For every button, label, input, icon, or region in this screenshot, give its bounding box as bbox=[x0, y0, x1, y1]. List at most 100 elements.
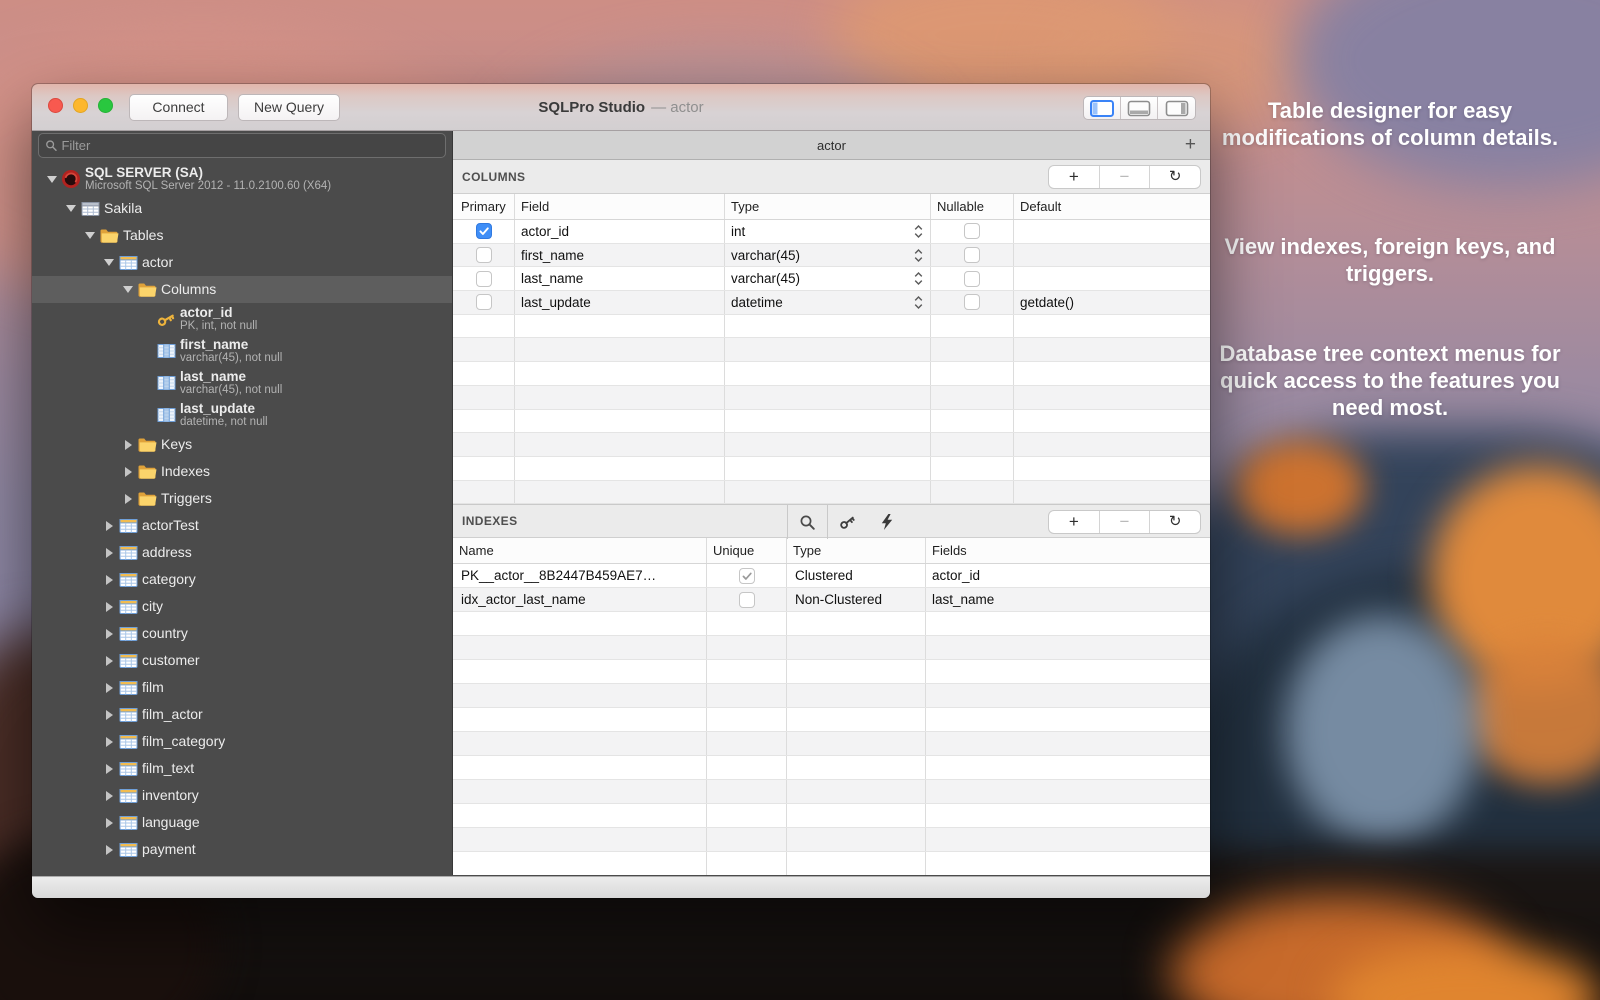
empty-column-row[interactable] bbox=[453, 481, 1210, 505]
empty-index-row[interactable] bbox=[453, 660, 1210, 684]
tree-item-server[interactable]: SQL SERVER (SA)Microsoft SQL Server 2012… bbox=[32, 163, 452, 195]
empty-index-row[interactable] bbox=[453, 636, 1210, 660]
empty-index-row[interactable] bbox=[453, 612, 1210, 636]
empty-column-row[interactable] bbox=[453, 315, 1210, 339]
remove-column-button[interactable]: − bbox=[1100, 166, 1151, 188]
tab-actor[interactable]: actor bbox=[817, 138, 846, 153]
disclosure-triangle[interactable] bbox=[101, 575, 117, 585]
tree-item-triggers[interactable]: Triggers bbox=[32, 485, 452, 512]
tree-item-first-name[interactable]: first_namevarchar(45), not null bbox=[32, 335, 452, 367]
tree-item-tables[interactable]: Tables bbox=[32, 222, 452, 249]
primary-checkbox[interactable] bbox=[476, 247, 492, 263]
add-tab-button[interactable]: + bbox=[1179, 131, 1202, 160]
zoom-button[interactable] bbox=[98, 98, 113, 113]
disclosure-triangle[interactable] bbox=[101, 602, 117, 612]
unique-checkbox[interactable] bbox=[739, 568, 755, 584]
disclosure-triangle[interactable] bbox=[101, 656, 117, 666]
tree-item-payment[interactable]: payment bbox=[32, 836, 452, 863]
disclosure-triangle[interactable] bbox=[120, 286, 136, 293]
tree-item-film-category[interactable]: film_category bbox=[32, 728, 452, 755]
column-row-actor_id[interactable]: actor_idint bbox=[453, 220, 1210, 244]
tree-item-customer[interactable]: customer bbox=[32, 647, 452, 674]
tree-item-last-update[interactable]: last_updatedatetime, not null bbox=[32, 399, 452, 431]
tree-item-film[interactable]: film bbox=[32, 674, 452, 701]
layout-right-panel-button[interactable] bbox=[1158, 97, 1195, 119]
empty-index-row[interactable] bbox=[453, 852, 1210, 875]
disclosure-triangle[interactable] bbox=[101, 845, 117, 855]
disclosure-triangle[interactable] bbox=[101, 629, 117, 639]
empty-column-row[interactable] bbox=[453, 457, 1210, 481]
tree-filter-field[interactable] bbox=[38, 133, 446, 158]
empty-index-row[interactable] bbox=[453, 708, 1210, 732]
tree-item-country[interactable]: country bbox=[32, 620, 452, 647]
empty-index-row[interactable] bbox=[453, 804, 1210, 828]
empty-column-row[interactable] bbox=[453, 362, 1210, 386]
remove-index-button[interactable]: − bbox=[1100, 511, 1151, 533]
tree-item-indexes[interactable]: Indexes bbox=[32, 458, 452, 485]
disclosure-triangle[interactable] bbox=[101, 521, 117, 531]
tree-item-actor-id[interactable]: actor_idPK, int, not null bbox=[32, 303, 452, 335]
nullable-checkbox[interactable] bbox=[964, 271, 980, 287]
disclosure-triangle[interactable] bbox=[101, 259, 117, 266]
disclosure-triangle[interactable] bbox=[101, 791, 117, 801]
new-query-button[interactable]: New Query bbox=[238, 94, 340, 121]
filter-input[interactable] bbox=[61, 138, 439, 153]
tree-item-film-actor[interactable]: film_actor bbox=[32, 701, 452, 728]
tree-item-inventory[interactable]: inventory bbox=[32, 782, 452, 809]
connect-button[interactable]: Connect bbox=[129, 94, 228, 121]
disclosure-triangle[interactable] bbox=[101, 737, 117, 747]
nullable-checkbox[interactable] bbox=[964, 223, 980, 239]
tree-item-city[interactable]: city bbox=[32, 593, 452, 620]
index-row-2[interactable]: idx_actor_last_nameNon-Clusteredlast_nam… bbox=[453, 588, 1210, 612]
disclosure-triangle[interactable] bbox=[63, 205, 79, 212]
empty-index-row[interactable] bbox=[453, 756, 1210, 780]
index-keys-button[interactable] bbox=[828, 505, 867, 539]
add-column-button[interactable]: + bbox=[1049, 166, 1100, 188]
disclosure-triangle[interactable] bbox=[101, 683, 117, 693]
index-triggers-button[interactable] bbox=[867, 505, 906, 539]
empty-column-row[interactable] bbox=[453, 338, 1210, 362]
primary-checkbox[interactable] bbox=[476, 223, 492, 239]
empty-index-row[interactable] bbox=[453, 828, 1210, 852]
empty-index-row[interactable] bbox=[453, 780, 1210, 804]
tree-item-language[interactable]: language bbox=[32, 809, 452, 836]
minimize-button[interactable] bbox=[73, 98, 88, 113]
unique-checkbox[interactable] bbox=[739, 592, 755, 608]
primary-checkbox[interactable] bbox=[476, 294, 492, 310]
disclosure-triangle[interactable] bbox=[120, 467, 136, 477]
close-button[interactable] bbox=[48, 98, 63, 113]
tree-item-actortest[interactable]: actorTest bbox=[32, 512, 452, 539]
empty-column-row[interactable] bbox=[453, 433, 1210, 457]
layout-left-panel-button[interactable] bbox=[1084, 97, 1121, 119]
tree-item-address[interactable]: address bbox=[32, 539, 452, 566]
empty-index-row[interactable] bbox=[453, 732, 1210, 756]
layout-bottom-panel-button[interactable] bbox=[1121, 97, 1158, 119]
tree-item-columns[interactable]: Columns bbox=[32, 276, 452, 303]
column-row-first_name[interactable]: first_namevarchar(45) bbox=[453, 244, 1210, 268]
tree-item-film-text[interactable]: film_text bbox=[32, 755, 452, 782]
disclosure-triangle[interactable] bbox=[44, 176, 60, 183]
tree-item-keys[interactable]: Keys bbox=[32, 431, 452, 458]
disclosure-triangle[interactable] bbox=[120, 494, 136, 504]
column-row-last_name[interactable]: last_namevarchar(45) bbox=[453, 267, 1210, 291]
empty-index-row[interactable] bbox=[453, 684, 1210, 708]
type-stepper[interactable] bbox=[914, 248, 923, 263]
primary-checkbox[interactable] bbox=[476, 271, 492, 287]
nullable-checkbox[interactable] bbox=[964, 247, 980, 263]
tree-item-last-name[interactable]: last_namevarchar(45), not null bbox=[32, 367, 452, 399]
disclosure-triangle[interactable] bbox=[101, 764, 117, 774]
column-row-last_update[interactable]: last_updatedatetimegetdate() bbox=[453, 291, 1210, 315]
disclosure-triangle[interactable] bbox=[120, 440, 136, 450]
type-stepper[interactable] bbox=[914, 224, 923, 239]
type-stepper[interactable] bbox=[914, 295, 923, 310]
tree-item-actor[interactable]: actor bbox=[32, 249, 452, 276]
index-search-button[interactable] bbox=[788, 505, 827, 539]
refresh-columns-button[interactable]: ↻ bbox=[1150, 166, 1200, 188]
add-index-button[interactable]: + bbox=[1049, 511, 1100, 533]
disclosure-triangle[interactable] bbox=[101, 710, 117, 720]
empty-column-row[interactable] bbox=[453, 410, 1210, 434]
nullable-checkbox[interactable] bbox=[964, 294, 980, 310]
type-stepper[interactable] bbox=[914, 271, 923, 286]
disclosure-triangle[interactable] bbox=[101, 818, 117, 828]
refresh-indexes-button[interactable]: ↻ bbox=[1150, 511, 1200, 533]
